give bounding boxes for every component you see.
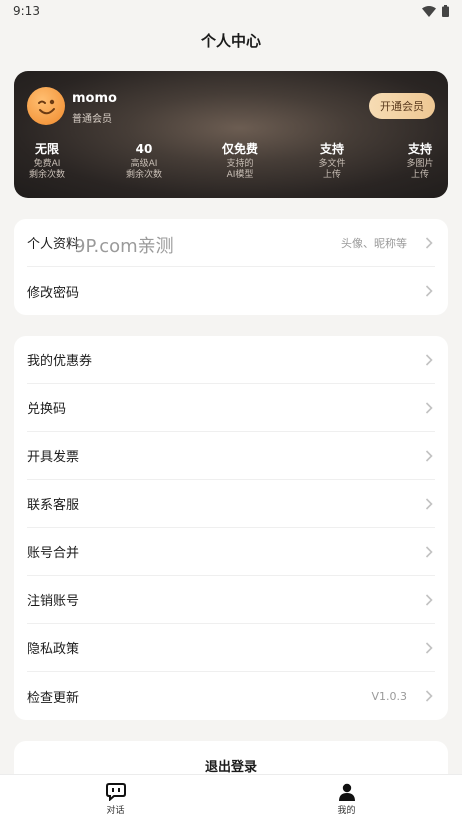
chevron-right-icon [425, 546, 433, 558]
status-bar: 9:13 [0, 0, 462, 22]
benefit-advanced-ai: 40 高级AI 剩余次数 [125, 142, 162, 180]
menu-item-change-password[interactable]: 修改密码 [27, 267, 435, 315]
chevron-right-icon [425, 690, 433, 702]
chat-icon [105, 783, 126, 801]
member-level: 普通会员 [72, 114, 112, 125]
wink-face-icon [38, 99, 55, 115]
benefit-ai-models: 仅免费 支持的 AI模型 [221, 142, 258, 180]
wifi-icon [422, 5, 436, 17]
chevron-right-icon [425, 594, 433, 606]
status-time: 9:13 [13, 4, 40, 18]
menu-item-merge-account[interactable]: 账号合并 [27, 528, 435, 576]
benefits-row: 无限 免费AI 剩余次数 40 高级AI 剩余次数 仅免费 支持的 AI模型 支… [14, 141, 448, 191]
chevron-right-icon [425, 285, 433, 297]
benefit-multi-image: 支持 多图片 上传 [406, 142, 434, 180]
menu-item-invoice[interactable]: 开具发票 [27, 432, 435, 480]
chevron-right-icon [425, 498, 433, 510]
services-card: 我的优惠券 兑换码 开具发票 联系客服 账号合并 注销账号 隐私政策 检查更新 … [14, 336, 448, 720]
chevron-right-icon [425, 354, 433, 366]
bottom-tab-bar: 对话 我的 [0, 774, 462, 823]
page-title: 个人中心 [200, 32, 261, 50]
battery-icon [442, 5, 449, 17]
menu-item-check-update[interactable]: 检查更新 V1.0.3 [27, 672, 435, 720]
menu-item-coupons[interactable]: 我的优惠券 [27, 336, 435, 384]
menu-item-redeem-code[interactable]: 兑换码 [27, 384, 435, 432]
benefit-multi-file: 支持 多文件 上传 [318, 142, 346, 180]
user-icon [338, 783, 355, 801]
version-label: V1.0.3 [371, 689, 407, 703]
menu-item-customer-service[interactable]: 联系客服 [27, 480, 435, 528]
chevron-right-icon [425, 402, 433, 414]
menu-item-privacy-policy[interactable]: 隐私政策 [27, 624, 435, 672]
watermark: 9P.com亲测 [74, 236, 174, 257]
open-vip-button[interactable]: 开通会员 [369, 93, 435, 119]
chevron-right-icon [425, 450, 433, 462]
chevron-right-icon [425, 237, 433, 249]
benefit-free-ai: 无限 免费AI 剩余次数 [28, 142, 65, 180]
menu-item-delete-account[interactable]: 注销账号 [27, 576, 435, 624]
username: momo [72, 91, 117, 106]
avatar[interactable] [27, 87, 65, 125]
tab-me[interactable]: 我的 [231, 775, 462, 823]
member-card: momo 普通会员 开通会员 无限 免费AI 剩余次数 40 高级AI 剩余次数… [14, 71, 448, 198]
chevron-right-icon [425, 642, 433, 654]
tab-chat[interactable]: 对话 [0, 775, 231, 823]
